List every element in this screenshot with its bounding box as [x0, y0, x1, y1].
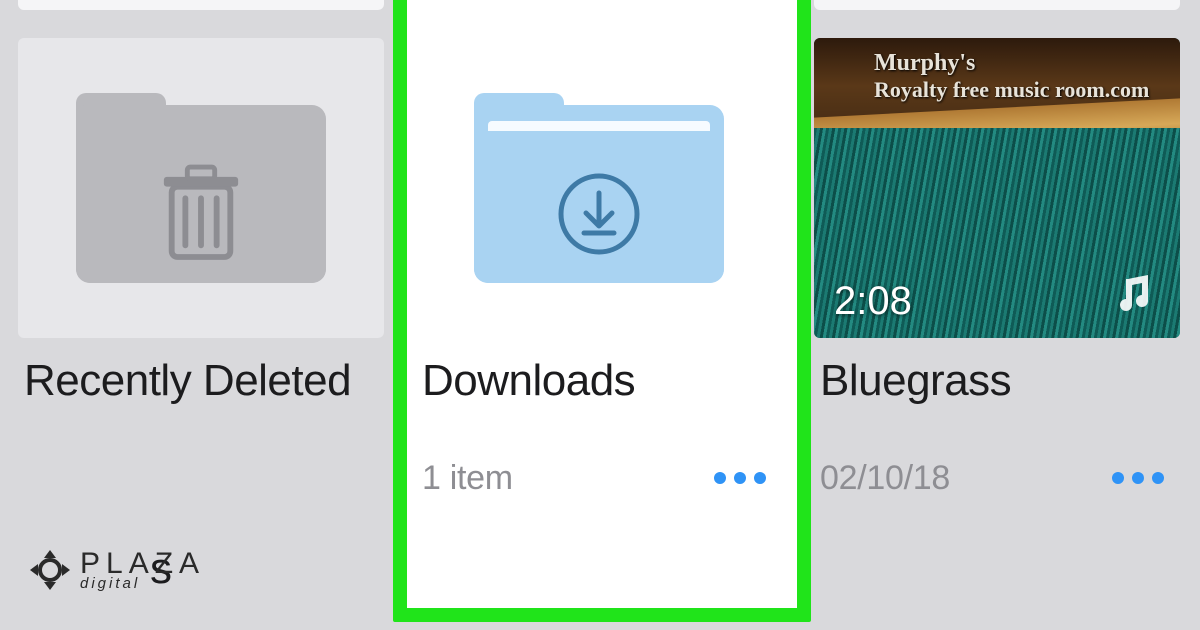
tile-meta: Downloads 1 item: [416, 338, 782, 498]
watermark-icon: [28, 548, 72, 592]
tile-title: Bluegrass: [820, 356, 1174, 407]
music-note-icon: [1114, 271, 1158, 320]
duration-label: 2:08: [834, 279, 912, 324]
folder-icon: [76, 93, 326, 283]
more-options-button[interactable]: [714, 472, 766, 484]
trash-icon: [158, 171, 244, 257]
tile-stub: [814, 0, 1180, 10]
folder-thumbnail-downloads[interactable]: [416, 38, 782, 338]
tile-subtitle: 1 item: [422, 459, 513, 498]
tile-subtitle: 02/10/18: [820, 459, 950, 498]
folder-thumbnail-deleted[interactable]: [18, 38, 384, 338]
tile-meta: Recently Deleted: [18, 338, 384, 407]
album-banner-text: Murphy's Royalty free music room.com: [874, 50, 1149, 103]
tile-meta: Bluegrass 02/10/18: [814, 338, 1180, 498]
tile-title: Downloads: [422, 356, 776, 407]
download-icon: [556, 171, 642, 257]
tile-downloads[interactable]: Downloads 1 item: [416, 0, 782, 498]
watermark-logo: PLAZA digital: [28, 548, 205, 592]
tile-title: Recently Deleted: [24, 356, 378, 407]
more-options-button[interactable]: [1112, 472, 1164, 484]
tile-bluegrass[interactable]: Murphy's Royalty free music room.com 2:0…: [814, 0, 1180, 498]
watermark-text-1: PLAZA: [80, 550, 205, 577]
tile-recently-deleted[interactable]: Recently Deleted: [18, 0, 384, 498]
folder-icon: [474, 93, 724, 283]
music-thumbnail[interactable]: Murphy's Royalty free music room.com 2:0…: [814, 38, 1180, 338]
file-grid: Recently Deleted: [0, 0, 1200, 498]
tile-stub: [18, 0, 384, 10]
